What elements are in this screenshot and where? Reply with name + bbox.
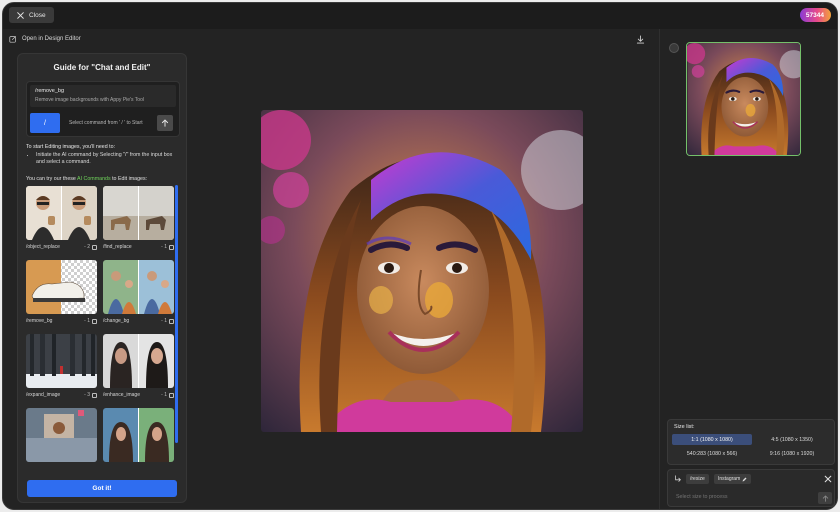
command-card-enhance-image[interactable]: /enhance_image - 1 [103,334,174,398]
thumbnail [103,408,174,462]
credit-icon [92,392,97,398]
chat-input-panel: /resize Instagram [667,469,835,507]
preset-chip[interactable]: Instagram [714,474,752,484]
size-input[interactable] [676,494,806,500]
avatar [669,43,679,53]
reply-icon [675,475,681,482]
slash-command-button[interactable]: / [30,113,60,133]
credits-count: 57344 [805,11,824,19]
send-button[interactable] [157,115,173,131]
card-label: /remove_bg [26,318,53,324]
ai-suffix: to Edit images: [110,176,148,182]
command-card[interactable] [103,408,174,462]
credit-icon [92,244,97,250]
card-count: - 2 [84,244,97,250]
credit-icon [169,244,174,250]
close-icon[interactable] [824,475,832,483]
card-count-value: - 1 [161,318,167,324]
submit-button[interactable] [818,492,832,504]
command-input-hint[interactable]: Select command from ' / ' to Start [69,120,143,126]
credit-icon [169,318,174,324]
download-icon[interactable] [636,35,645,44]
card-count-value: - 1 [161,392,167,398]
intro-list: Initiate the AI command by Selecting "/"… [36,152,182,166]
card-count: - 1 [161,318,174,324]
size-option-1-1[interactable]: 1:1 (1080 x 1080) [672,434,752,445]
thumbnail [103,334,174,388]
command-card[interactable] [26,408,97,462]
panel-divider [659,29,660,509]
card-label: /change_bg [103,318,130,324]
thumbnail [103,260,174,314]
card-count: - 1 [84,318,97,324]
card-count-value: - 3 [84,392,90,398]
command-card-remove-bg[interactable]: /remove_bg - 1 [26,260,97,324]
card-count-value: - 2 [84,244,90,250]
credit-icon [92,318,97,324]
command-suggestion[interactable]: /remove_bg Remove image backgrounds with… [30,85,176,107]
app-window: Close 57344 Open in Design Editor Guide … [2,2,838,510]
got-it-label: Got it! [92,485,112,492]
credits-badge[interactable]: 57344 [799,8,831,22]
edit-icon [9,35,17,43]
intro-bullet: Initiate the AI command by Selecting "/"… [36,152,182,166]
slash-label: / [44,119,46,127]
command-card-expand-image[interactable]: /expand_image - 3 [26,334,97,398]
close-label: Close [29,11,46,19]
ai-prefix: You can try our these [26,176,78,182]
top-bar: Close 57344 [3,3,837,29]
result-thumbnail[interactable] [686,42,801,156]
card-label: /find_replace [103,244,132,250]
card-count: - 3 [84,392,97,398]
guide-title: Guide for "Chat and Edit" [53,63,151,72]
preset-chip-label: Instagram [718,476,741,482]
guide-panel: Guide for "Chat and Edit" /remove_bg Rem… [17,53,187,503]
size-option-9-16[interactable]: 9:16 (1080 x 1920) [752,448,832,459]
command-chip-label: /resize [690,476,705,482]
card-count: - 1 [161,244,174,250]
credit-icon [169,392,174,398]
pencil-icon [742,477,747,481]
command-grid: /object_replace - 2 /find_replace - 1 /r… [26,186,178,496]
command-card-change-bg[interactable]: /change_bg - 1 [103,260,174,324]
card-count-value: - 1 [161,244,167,250]
card-count-value: - 1 [84,318,90,324]
card-label: /expand_image [26,392,61,398]
command-description: Remove image backgrounds with Appy Pie's… [35,97,144,103]
send-icon [822,494,828,502]
arrow-up-icon [161,119,169,127]
intro-text: To start Editing images, you'll need to:… [26,144,182,166]
size-list-panel: Size list: 1:1 (1080 x 1080) 4:5 (1080 x… [667,419,835,465]
main-image [261,110,583,432]
card-label: /enhance_image [103,392,140,398]
intro-line: To start Editing images, you'll need to: [26,144,116,150]
thumbnail [26,334,97,388]
design-editor-label: Open in Design Editor [22,36,81,42]
close-icon [17,11,24,19]
size-option-4-5[interactable]: 4:5 (1080 x 1350) [752,434,832,445]
thumbnail [26,408,97,462]
command-name: /remove_bg [35,88,65,94]
size-option-540-283[interactable]: 540:283 (1080 x 566) [672,448,752,459]
command-card-object-replace[interactable]: /object_replace - 2 [26,186,97,250]
open-design-editor-link[interactable]: Open in Design Editor [9,35,81,43]
guide-scrollbar[interactable] [175,185,178,443]
got-it-button[interactable]: Got it! [27,480,177,497]
command-chip[interactable]: /resize [686,474,709,484]
size-list-title: Size list: [674,424,695,430]
card-label: /object_replace [26,244,60,250]
close-button[interactable]: Close [9,7,54,23]
thumbnail [103,186,174,240]
command-card-find-replace[interactable]: /find_replace - 1 [103,186,174,250]
card-count: - 1 [161,392,174,398]
ai-commands-link[interactable]: AI Commands [77,176,111,182]
thumbnail [26,186,97,240]
ai-commands-line: You can try our these AI Commands to Edi… [26,176,147,182]
thumbnail [26,260,97,314]
command-box: /remove_bg Remove image backgrounds with… [26,81,180,137]
